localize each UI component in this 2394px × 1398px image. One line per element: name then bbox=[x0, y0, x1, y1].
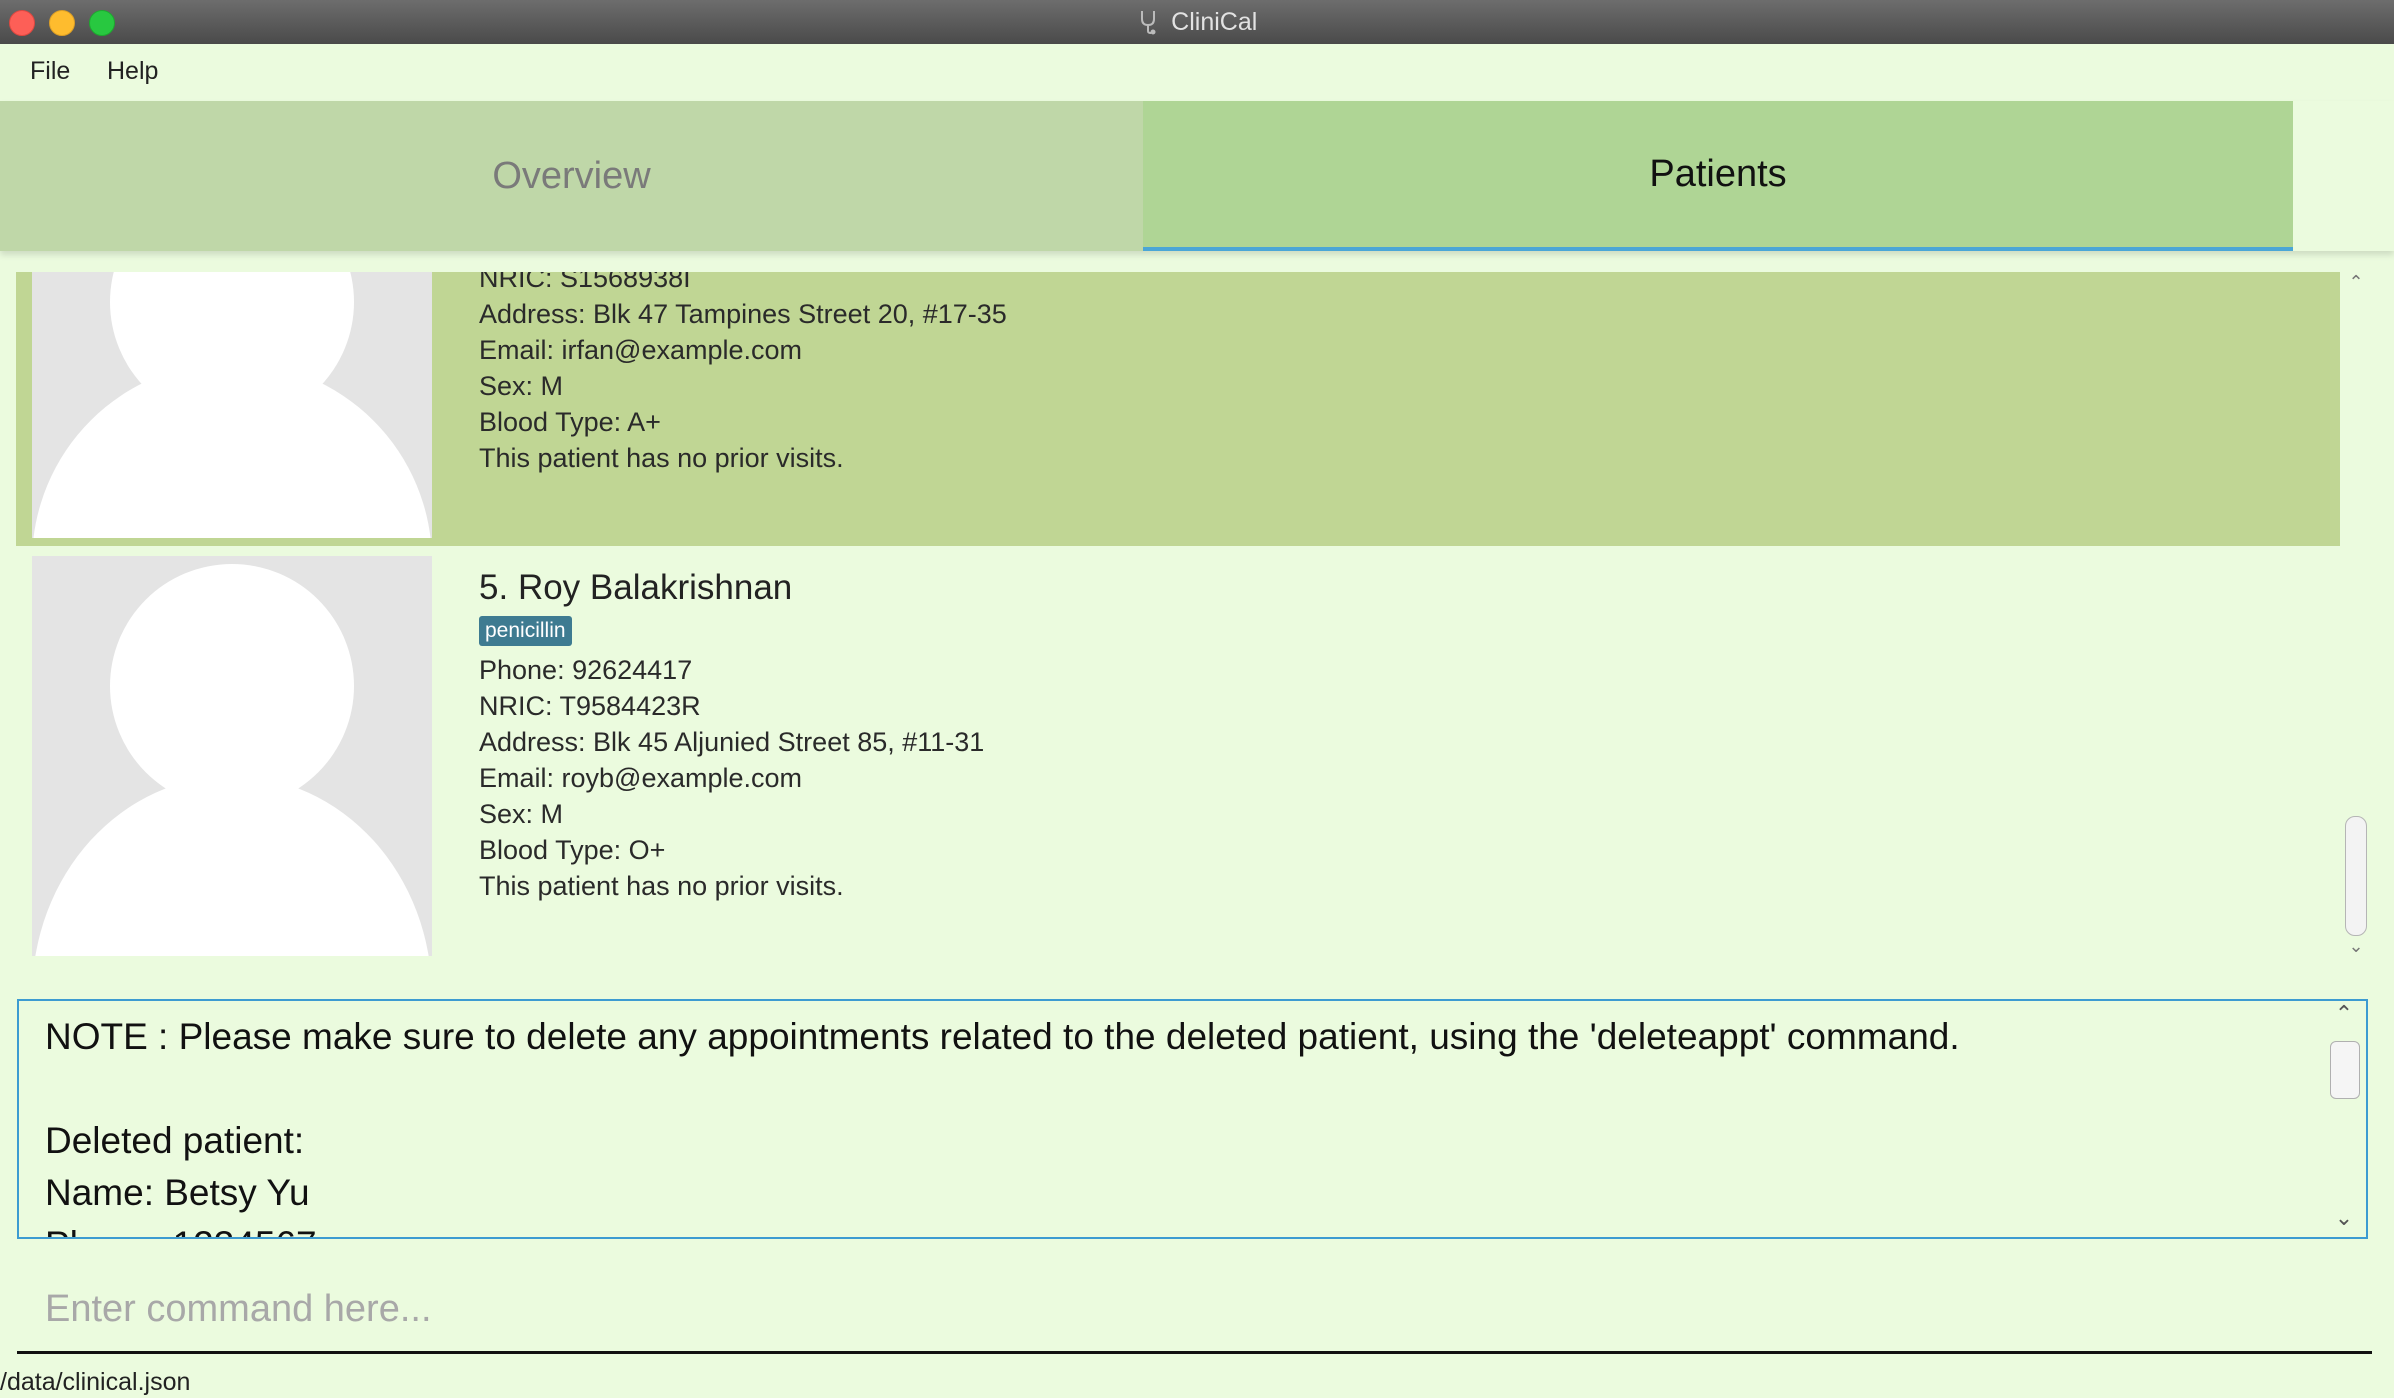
result-scrollbar[interactable]: ⌃ ⌄ bbox=[2322, 1001, 2366, 1237]
app-title: CliniCal bbox=[1171, 8, 1258, 36]
patient-nric: NRIC: T9584423R bbox=[479, 691, 701, 721]
stethoscope-icon bbox=[1137, 9, 1159, 35]
patient-email: Email: irfan@example.com bbox=[479, 335, 803, 365]
patient-email: Email: royb@example.com bbox=[479, 763, 803, 793]
patient-sex: Sex: M bbox=[479, 799, 564, 829]
patient-phone: Phone: 92624417 bbox=[479, 655, 693, 685]
patient-visits: This patient has no prior visits. bbox=[479, 443, 844, 473]
patient-address: Address: Blk 45 Aljunied Street 85, #11-… bbox=[479, 727, 985, 757]
result-display[interactable]: NOTE : Please make sure to delete any ap… bbox=[17, 999, 2368, 1239]
scroll-up-icon[interactable]: ⌃ bbox=[2322, 1001, 2366, 1027]
avatar bbox=[32, 272, 432, 538]
patient-nric: NRIC: S1568938I bbox=[479, 272, 691, 293]
patient-name-row: 5. Roy Balakrishnan bbox=[479, 566, 984, 610]
scroll-down-icon[interactable]: ⌄ bbox=[2346, 936, 2366, 957]
tab-patients[interactable]: Patients bbox=[1143, 101, 2293, 251]
patient-blood-type: Blood Type: O+ bbox=[479, 835, 666, 865]
allergy-tag: penicillin bbox=[479, 616, 572, 646]
window-title-bar: CliniCal bbox=[0, 0, 2394, 45]
scroll-up-icon[interactable]: ⌃ bbox=[2346, 272, 2366, 293]
patient-address: Address: Blk 47 Tampines Street 20, #17-… bbox=[479, 299, 1007, 329]
patient-card[interactable]: 5. Roy Balakrishnan penicillin Phone: 92… bbox=[16, 556, 2340, 962]
result-deleted-phone: Phone: 1234567 bbox=[45, 1219, 1960, 1237]
command-input[interactable] bbox=[17, 1268, 2372, 1354]
menu-help[interactable]: Help bbox=[107, 57, 158, 86]
result-note: NOTE : Please make sure to delete any ap… bbox=[45, 1016, 1960, 1057]
patient-card[interactable]: NRIC: S1568938I Address: Blk 47 Tampines… bbox=[16, 272, 2340, 546]
data-file-path: /data/clinical.json bbox=[0, 1368, 191, 1396]
patient-blood-type: Blood Type: A+ bbox=[479, 407, 661, 437]
avatar bbox=[32, 556, 432, 956]
menu-file[interactable]: File bbox=[30, 57, 70, 86]
tab-bar: Overview Patients bbox=[0, 101, 2394, 251]
patient-index: 5. bbox=[479, 568, 509, 607]
scroll-down-icon[interactable]: ⌄ bbox=[2322, 1205, 2366, 1231]
scrollbar-thumb[interactable] bbox=[2330, 1041, 2360, 1099]
result-text: NOTE : Please make sure to delete any ap… bbox=[45, 1011, 1960, 1237]
patient-sex: Sex: M bbox=[479, 371, 564, 401]
status-bar: /data/clinical.json bbox=[0, 1364, 2394, 1398]
result-deleted-heading: Deleted patient: bbox=[45, 1120, 305, 1161]
menu-bar: File Help bbox=[0, 44, 2394, 100]
window-title: CliniCal bbox=[0, 0, 2394, 44]
patient-list: NRIC: S1568938I Address: Blk 47 Tampines… bbox=[0, 272, 2394, 964]
result-deleted-name: Name: Betsy Yu bbox=[45, 1172, 310, 1213]
patient-list-scrollbar[interactable]: ⌃ ⌄ bbox=[2342, 272, 2370, 964]
patient-visits: This patient has no prior visits. bbox=[479, 871, 844, 901]
tab-overview[interactable]: Overview bbox=[0, 101, 1143, 251]
patient-name: Roy Balakrishnan bbox=[517, 568, 793, 607]
scrollbar-thumb[interactable] bbox=[2345, 816, 2367, 936]
